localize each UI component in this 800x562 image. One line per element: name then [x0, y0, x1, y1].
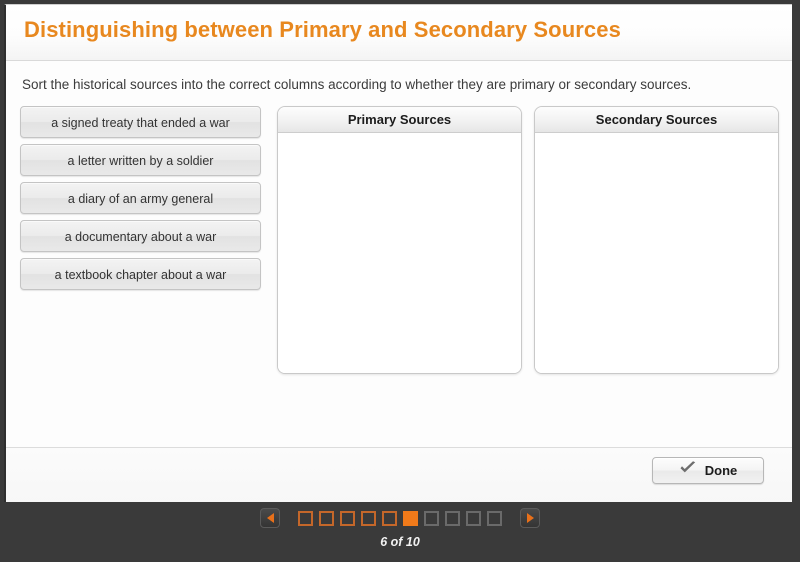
dropzone-secondary-header: Secondary Sources: [535, 107, 778, 133]
dropzone-secondary-sources[interactable]: Secondary Sources: [534, 106, 779, 374]
triangle-right-icon: [526, 513, 534, 523]
page-dot-6-current[interactable]: [403, 510, 418, 526]
page-dot-3[interactable]: [340, 510, 355, 526]
previous-page-button[interactable]: [260, 508, 280, 528]
next-page-button[interactable]: [520, 508, 540, 528]
triangle-left-icon: [266, 513, 274, 523]
source-chip[interactable]: a letter written by a soldier: [20, 144, 261, 176]
pagination-bar: 6 of 10: [0, 502, 800, 562]
source-chip[interactable]: a textbook chapter about a war: [20, 258, 261, 290]
page-dot-10[interactable]: [487, 510, 502, 526]
activity-card: Distinguishing between Primary and Secon…: [4, 4, 792, 502]
instructions-text: Sort the historical sources into the cor…: [22, 77, 692, 92]
page-dot-7[interactable]: [424, 510, 439, 526]
done-button-label: Done: [704, 463, 738, 478]
page-dot-9[interactable]: [466, 510, 481, 526]
check-icon: [679, 461, 697, 480]
dropzone-primary-area[interactable]: [278, 133, 521, 373]
source-items-list: a signed treaty that ended a war a lette…: [20, 106, 261, 296]
card-header: Distinguishing between Primary and Secon…: [6, 5, 792, 61]
card-body: Sort the historical sources into the cor…: [6, 61, 792, 447]
page-counter-label: 6 of 10: [380, 535, 420, 549]
card-footer: Done: [6, 447, 792, 502]
source-chip[interactable]: a documentary about a war: [20, 220, 261, 252]
dropzone-secondary-area[interactable]: [535, 133, 778, 373]
source-chip[interactable]: a diary of an army general: [20, 182, 261, 214]
done-button[interactable]: Done: [652, 457, 764, 484]
page-dot-8[interactable]: [445, 510, 460, 526]
page-dot-4[interactable]: [361, 510, 376, 526]
page-title: Distinguishing between Primary and Secon…: [24, 17, 621, 42]
dropzone-primary-sources[interactable]: Primary Sources: [277, 106, 522, 374]
activity-screen: Distinguishing between Primary and Secon…: [0, 0, 800, 562]
pagination-controls: [0, 508, 800, 528]
page-dot-1[interactable]: [298, 510, 313, 526]
dropzone-primary-header: Primary Sources: [278, 107, 521, 133]
page-dot-2[interactable]: [319, 510, 334, 526]
page-dot-5[interactable]: [382, 510, 397, 526]
source-chip[interactable]: a signed treaty that ended a war: [20, 106, 261, 138]
